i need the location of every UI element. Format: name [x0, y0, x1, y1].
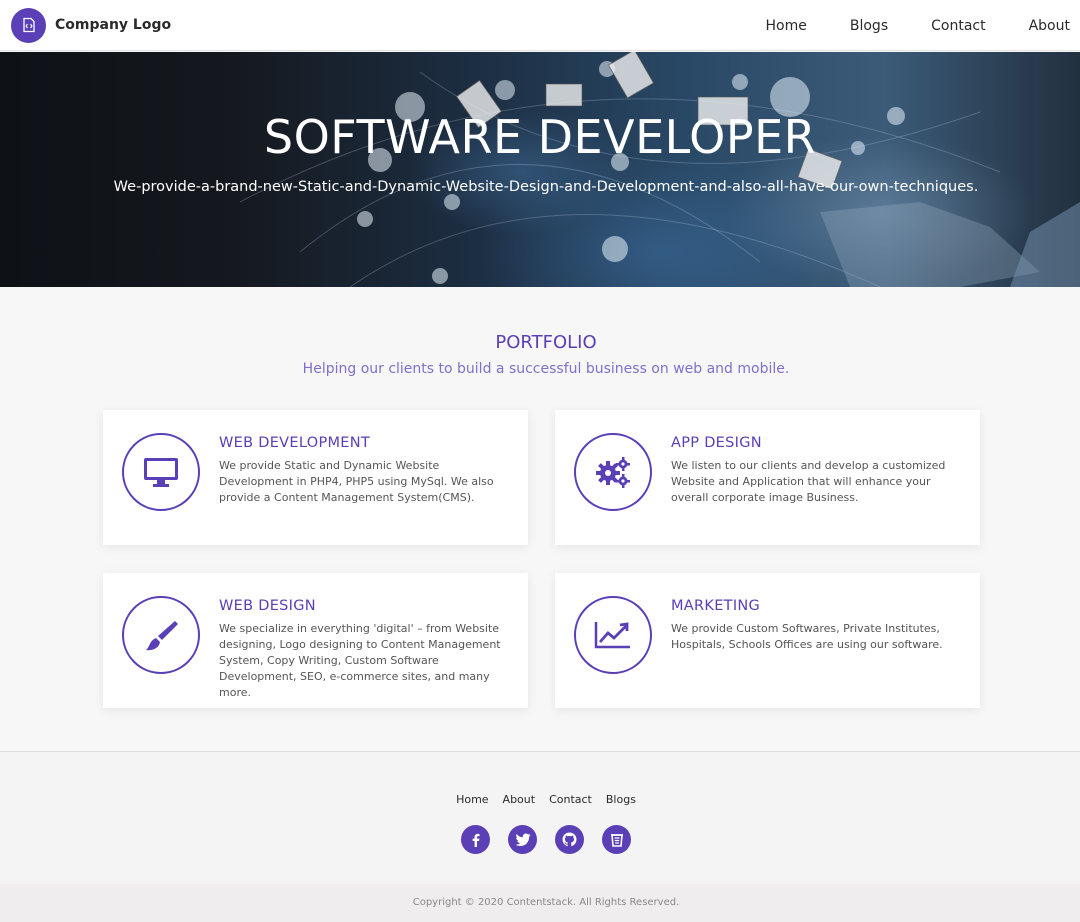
- copyright-text: Copyright © 2020 Contentstack. All Right…: [0, 884, 1080, 922]
- chart-line-icon: [574, 596, 652, 674]
- service-card-web-development: WEB DEVELOPMENT We provide Static and Dy…: [103, 410, 528, 545]
- service-card-marketing: MARKETING We provide Custom Softwares, P…: [555, 573, 980, 708]
- logo-text: Company Logo: [55, 17, 172, 33]
- card-title: WEB DESIGN: [219, 598, 316, 614]
- footer-nav: Home About Contact Blogs: [0, 793, 1080, 806]
- stackoverflow-icon[interactable]: [602, 825, 631, 854]
- twitter-icon[interactable]: [508, 825, 537, 854]
- nav-home[interactable]: Home: [766, 18, 807, 34]
- hero-title: SOFTWARE DEVELOPER: [263, 110, 817, 164]
- card-text: We provide Custom Softwares, Private Ins…: [671, 622, 943, 651]
- footer-link-blogs[interactable]: Blogs: [606, 793, 636, 806]
- service-card-web-design: WEB DESIGN We specialize in everything '…: [103, 573, 528, 708]
- facebook-icon[interactable]: [461, 825, 490, 854]
- main-nav: Home Blogs Contact About: [723, 0, 1070, 51]
- service-card-app-design: APP DESIGN We listen to our clients and …: [555, 410, 980, 545]
- gears-icon: [574, 433, 652, 511]
- site-header: Company Logo Home Blogs Contact About: [0, 0, 1080, 51]
- footer-link-home[interactable]: Home: [456, 793, 488, 806]
- paint-brush-icon: [122, 596, 200, 674]
- network-background-image: [239, 52, 1080, 287]
- github-icon[interactable]: [555, 825, 584, 854]
- nav-about[interactable]: About: [1029, 18, 1070, 34]
- footer-link-about[interactable]: About: [503, 793, 536, 806]
- card-text: We listen to our clients and develop a c…: [671, 459, 946, 504]
- footer-link-contact[interactable]: Contact: [549, 793, 592, 806]
- site-footer: Home About Contact Blogs: [0, 752, 1080, 884]
- card-text: We provide Static and Dynamic Website De…: [219, 459, 494, 504]
- card-title: APP DESIGN: [671, 435, 762, 451]
- hero-banner: SOFTWARE DEVELOPER We-provide-a-brand-ne…: [0, 52, 1080, 287]
- nav-blogs[interactable]: Blogs: [850, 18, 888, 34]
- nav-contact[interactable]: Contact: [931, 18, 985, 34]
- card-title: WEB DEVELOPMENT: [219, 435, 371, 451]
- hero-subtitle: We-provide-a-brand-new-Static-and-Dynami…: [113, 179, 979, 195]
- portfolio-subtitle: Helping our clients to build a successfu…: [302, 361, 790, 377]
- card-text: We specialize in everything 'digital' – …: [219, 622, 501, 699]
- logo-link[interactable]: Company Logo: [11, 7, 172, 43]
- portfolio-title: PORTFOLIO: [495, 332, 597, 353]
- card-title: MARKETING: [671, 598, 761, 614]
- code-file-icon: [11, 7, 46, 43]
- social-links: [0, 825, 1080, 854]
- monitor-icon: [122, 433, 200, 511]
